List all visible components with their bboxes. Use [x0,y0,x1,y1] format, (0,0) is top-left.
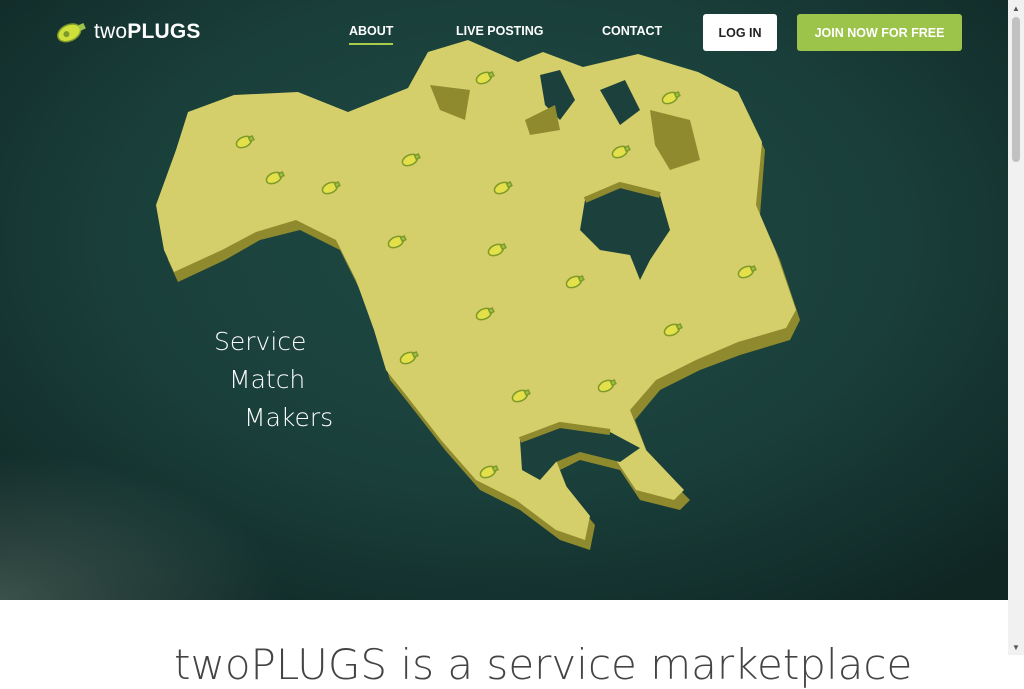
scroll-up-icon[interactable]: ▲ [1008,0,1024,16]
nav-about[interactable]: ABOUT [349,24,394,45]
join-now-button[interactable]: JOIN NOW FOR FREE [797,14,962,51]
nav-live-posting[interactable]: LIVE POSTING [456,24,544,38]
tagline-line-1: Service [214,327,307,356]
plug-logo-icon [57,22,86,43]
nav-contact[interactable]: CONTACT [602,24,662,38]
tagline-line-3: Makers [244,403,334,432]
login-button[interactable]: LOG IN [703,14,777,51]
north-america-map [156,40,800,550]
tagline-line-2: Match [229,365,306,394]
scroll-down-icon[interactable]: ▼ [1008,639,1024,655]
brand-logo[interactable]: twoPLUGS [54,19,201,45]
brand-name: twoPLUGS [94,20,201,43]
map-land [156,40,796,540]
scroll-thumb[interactable] [1012,17,1020,162]
hero-section: twoPLUGS ABOUT LIVE POSTING CONTACT LOG … [0,0,1008,600]
vertical-scrollbar[interactable]: ▲ ▼ [1008,0,1024,655]
section-headline: twoPLUGS is a service marketplace [174,640,913,689]
